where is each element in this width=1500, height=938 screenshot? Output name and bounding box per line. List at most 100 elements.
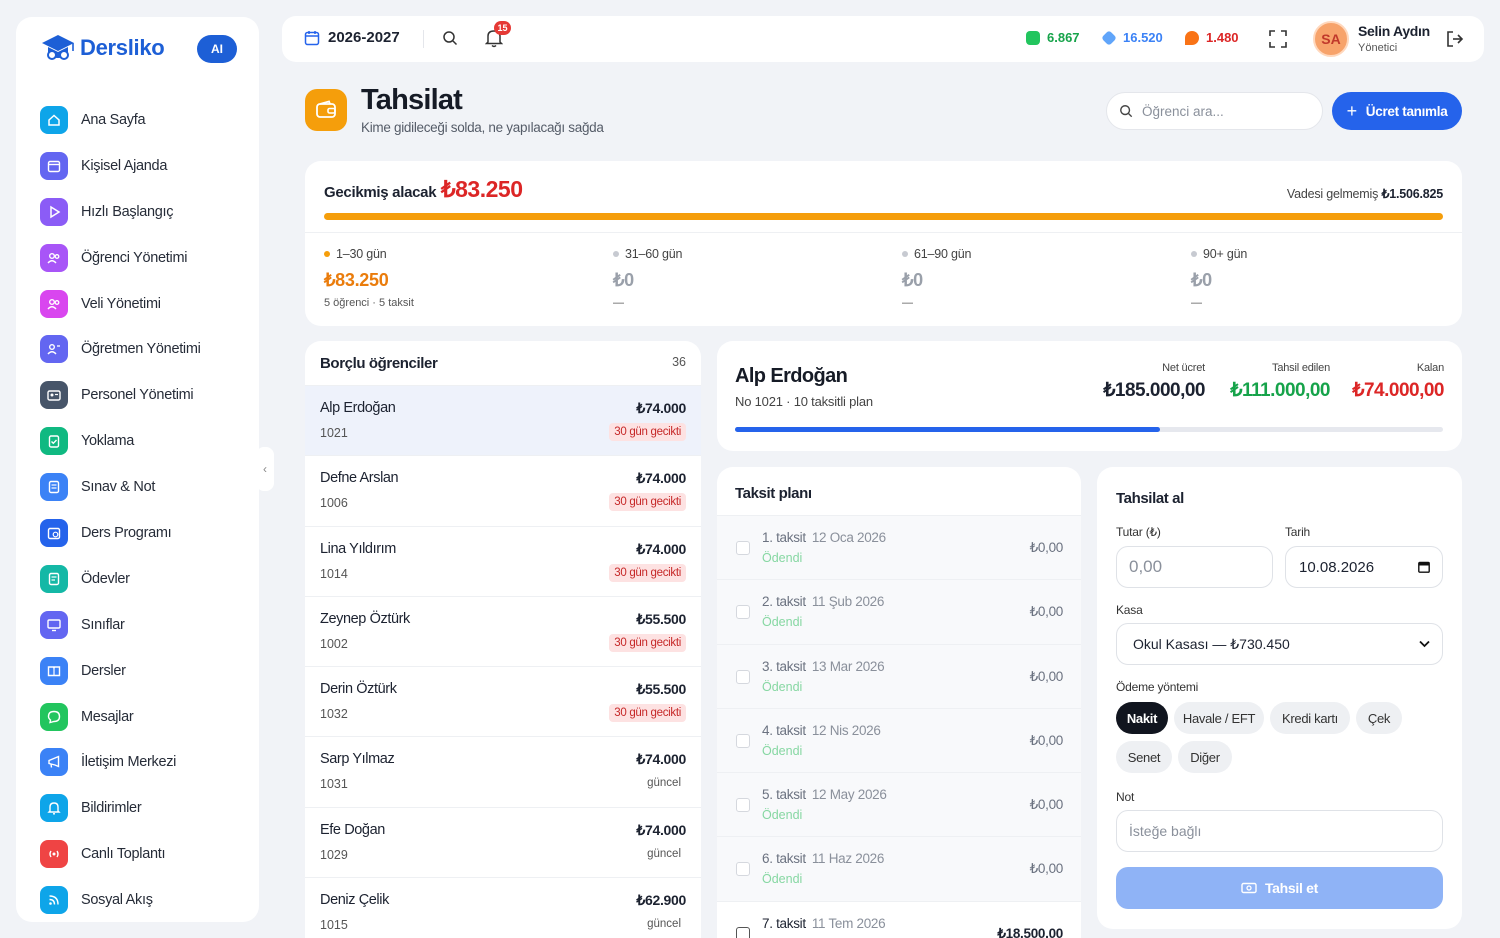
calendar-icon bbox=[304, 30, 320, 45]
aging-bucket-amount: ₺0 bbox=[1191, 270, 1212, 290]
installment-checkbox[interactable] bbox=[736, 541, 750, 555]
sidebar-item-label: Sosyal Akış bbox=[81, 892, 153, 909]
chevron-left-icon: ‹ bbox=[263, 462, 267, 476]
debtors-title: Borçlu öğrenciler bbox=[320, 355, 438, 372]
note-label: Not bbox=[1116, 790, 1135, 804]
diamond-icon bbox=[1101, 29, 1117, 46]
installment-date: 12 Oca 2026 bbox=[811, 530, 886, 545]
sidebar-nav: Ana Sayfa Kişisel Ajanda Hızlı Başlangıç Öğ… bbox=[40, 97, 201, 923]
amount-input[interactable]: 0,00 bbox=[1116, 546, 1273, 588]
aging-bucket[interactable]: 90+ gün ₺0 — bbox=[1191, 247, 1247, 309]
method-transfer-pill[interactable]: Havale / EFT bbox=[1174, 702, 1264, 734]
debtor-row[interactable]: Sarp Yılmaz 1031 ₺74.000 güncel bbox=[305, 736, 701, 806]
installment-row[interactable]: 4. taksit 12 Nis 2026 Ödendi ₺0,00 bbox=[717, 707, 1081, 773]
debtor-row[interactable]: Deniz Çelik 1015 ₺62.900 güncel bbox=[305, 877, 701, 938]
installment-checkbox[interactable] bbox=[736, 669, 750, 684]
sidebar-item-bildirimler[interactable]: Bildirimler bbox=[40, 785, 201, 831]
date-input[interactable]: 10.08.2026 bbox=[1285, 546, 1443, 588]
collapse-sidebar-button[interactable]: ‹ bbox=[256, 447, 274, 491]
installment-row[interactable]: 1. taksit 12 Oca 2026 Ödendi ₺0,00 bbox=[717, 515, 1081, 580]
aging-bucket[interactable]: 31–60 gün ₺0 — bbox=[613, 247, 682, 309]
overdue-label: Gecikmiş alacak bbox=[324, 184, 437, 201]
status-badge: güncel bbox=[647, 847, 681, 860]
sidebar-item-dersler[interactable]: Dersler bbox=[40, 648, 201, 694]
ai-button[interactable]: AI bbox=[197, 35, 237, 63]
stat-fire-value: 1.480 bbox=[1206, 30, 1239, 45]
notification-count-badge: 15 bbox=[494, 21, 511, 35]
method-card-pill[interactable]: Kredi kartı bbox=[1270, 702, 1350, 734]
overdue-bar bbox=[324, 213, 1443, 220]
note-input[interactable]: İsteğe bağlı bbox=[1116, 810, 1443, 852]
sidebar-item-sosyal-akış[interactable]: Sosyal Akış bbox=[40, 877, 201, 923]
sidebar-item-veli-yönetimi[interactable]: Veli Yönetimi bbox=[40, 281, 201, 327]
define-fee-button[interactable]: + Ücret tanımla bbox=[1332, 92, 1462, 130]
divider bbox=[423, 30, 424, 48]
sidebar-item-personel-yönetimi[interactable]: Personel Yönetimi bbox=[40, 372, 201, 418]
student-search[interactable] bbox=[1106, 92, 1323, 130]
logo-text: Dersliko bbox=[80, 35, 165, 60]
installment-title: 6. taksit 11 Haz 2026 bbox=[762, 851, 884, 866]
remaining-label: Kalan bbox=[1416, 362, 1444, 374]
stat-money[interactable]: 6.867 bbox=[1026, 30, 1080, 45]
sidebar-item-mesajlar[interactable]: Mesajlar bbox=[40, 694, 201, 740]
stat-fire[interactable]: 1.480 bbox=[1185, 30, 1239, 45]
installment-row[interactable]: 3. taksit 13 Mar 2026 Ödendi ₺0,00 bbox=[717, 643, 1081, 708]
debtor-row[interactable]: Defne Arslan 1006 ₺74.000 30 gün gecikti bbox=[305, 455, 701, 525]
debtor-row[interactable]: Efe Doğan 1029 ₺74.000 güncel bbox=[305, 806, 701, 877]
logo[interactable]: Dersliko bbox=[38, 31, 165, 65]
sidebar-item-ders-programı[interactable]: Ders Programı bbox=[40, 510, 201, 556]
installment-checkbox[interactable] bbox=[736, 926, 750, 938]
installment-checkbox[interactable] bbox=[736, 798, 750, 813]
collect-payment-card: Tahsilat al Tutar (₺) 0,00 Tarih 10.08.2… bbox=[1097, 467, 1462, 929]
sidebar-item-label: Ödevler bbox=[81, 570, 130, 587]
sidebar-item-öğrenci-yönetimi[interactable]: Öğrenci Yönetimi bbox=[40, 235, 201, 281]
status-badge: 30 gün gecikti bbox=[609, 563, 686, 582]
debtor-row[interactable]: Zeynep Öztürk 1002 ₺55.500 30 gün gecikti bbox=[305, 595, 701, 666]
topbar: 2026-2027 15 6.867 16.520 1.480 SA Selin… bbox=[282, 16, 1484, 62]
search-icon[interactable] bbox=[442, 30, 458, 46]
avatar[interactable]: SA bbox=[1313, 21, 1349, 57]
aging-bucket[interactable]: 61–90 gün ₺0 — bbox=[902, 247, 971, 309]
cash-select[interactable]: Okul Kasası — ₺730.450 bbox=[1116, 623, 1443, 665]
bell-icon bbox=[40, 794, 68, 823]
method-other-pill[interactable]: Diğer bbox=[1178, 741, 1232, 773]
sidebar-item-sınav-not[interactable]: Sınav & Not bbox=[40, 464, 201, 510]
aging-bucket[interactable]: 1–30 gün ₺83.250 5 öğrenci · 5 taksit bbox=[324, 247, 414, 309]
debtor-name: Zeynep Öztürk bbox=[320, 610, 410, 627]
debtor-row[interactable]: Derin Öztürk 1032 ₺55.500 30 gün gecikti bbox=[305, 666, 701, 736]
academic-year-selector[interactable]: 2026-2027 bbox=[304, 29, 400, 46]
aging-bucket-range: 61–90 gün bbox=[914, 247, 972, 261]
debtor-row[interactable]: Lina Yıldırım 1014 ₺74.000 30 gün gecikti bbox=[305, 525, 701, 596]
debtor-name: Derin Öztürk bbox=[320, 681, 397, 698]
sidebar-item-canlı-toplantı[interactable]: Canlı Toplantı bbox=[40, 831, 201, 877]
fullscreen-icon[interactable] bbox=[1269, 30, 1287, 48]
debtor-row[interactable]: Alp Erdoğan 1021 ₺74.000 30 gün gecikti bbox=[305, 385, 701, 456]
method-cash-pill[interactable]: Nakit bbox=[1116, 702, 1168, 734]
sidebar-item-hızlı-başlangıç[interactable]: Hızlı Başlangıç bbox=[40, 189, 201, 235]
sidebar-item-yoklama[interactable]: Yoklama bbox=[40, 418, 201, 464]
installment-row[interactable]: 2. taksit 11 Şub 2026 Ödendi ₺0,00 bbox=[717, 579, 1081, 644]
installment-checkbox[interactable] bbox=[736, 862, 750, 877]
installment-row[interactable]: 6. taksit 11 Haz 2026 Ödendi ₺0,00 bbox=[717, 836, 1081, 901]
method-note-pill[interactable]: Senet bbox=[1116, 741, 1172, 773]
net-fee: Net ücret ₺185.000,00 bbox=[1103, 362, 1205, 402]
installment-checkbox[interactable] bbox=[736, 605, 750, 620]
sidebar-item-sınıflar[interactable]: Sınıflar bbox=[40, 602, 201, 648]
installment-checkbox[interactable] bbox=[736, 733, 750, 748]
sidebar-item-ana-sayfa[interactable]: Ana Sayfa bbox=[40, 97, 201, 143]
sidebar-item-öğretmen-yönetimi[interactable]: Öğretmen Yönetimi bbox=[40, 326, 201, 372]
installment-row[interactable]: 5. taksit 12 May 2026 Ödendi ₺0,00 bbox=[717, 772, 1081, 837]
installment-row[interactable]: 7. taksit 11 Tem 2026 ₺18.500,00 bbox=[717, 900, 1081, 938]
student-search-input[interactable] bbox=[1142, 103, 1302, 119]
aging-bucket-amount: ₺0 bbox=[613, 270, 634, 290]
stat-diamond[interactable]: 16.520 bbox=[1101, 29, 1163, 46]
sidebar-item-label: Sınıflar bbox=[81, 616, 125, 633]
installment-date: 12 May 2026 bbox=[811, 787, 887, 803]
collect-submit-button[interactable]: Tahsil et bbox=[1116, 867, 1443, 909]
sidebar-item-kişisel-ajanda[interactable]: Kişisel Ajanda bbox=[40, 143, 201, 189]
sidebar-item-i-letişim-merkezi[interactable]: İletişim Merkezi bbox=[40, 739, 201, 785]
sidebar-item-ödevler[interactable]: Ödevler bbox=[40, 556, 201, 602]
define-fee-label: Ücret tanımla bbox=[1365, 103, 1448, 119]
logout-icon[interactable] bbox=[1445, 29, 1465, 49]
method-check-pill[interactable]: Çek bbox=[1356, 702, 1402, 734]
